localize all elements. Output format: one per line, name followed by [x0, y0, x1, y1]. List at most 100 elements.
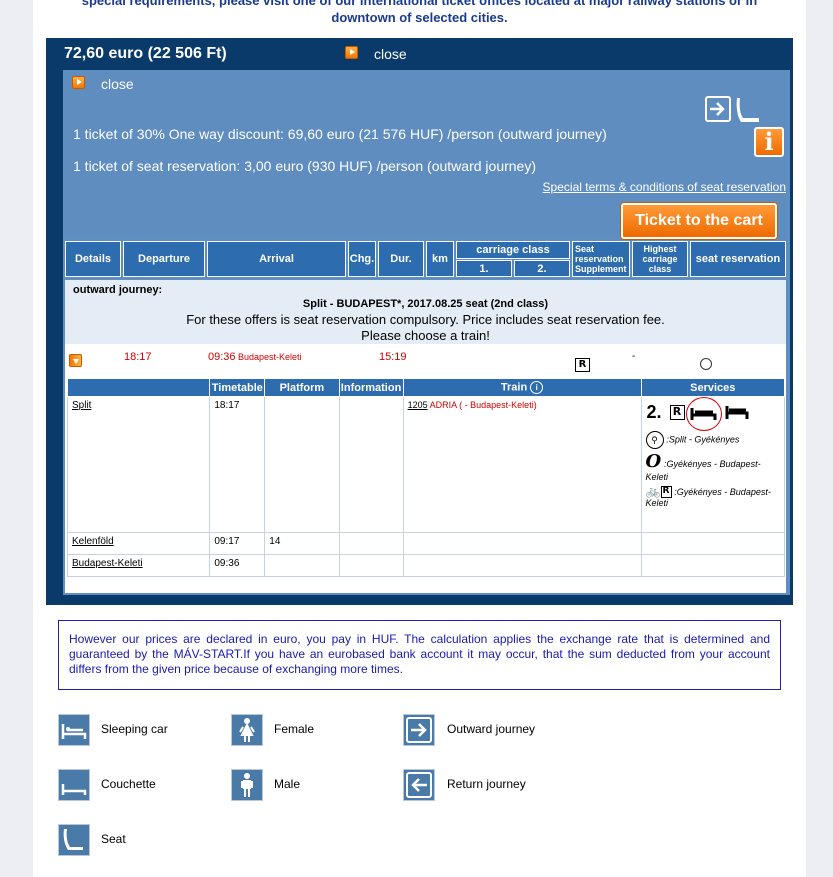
- bike-route: :Split - Gyékényes: [666, 434, 740, 445]
- service-r-icon: R: [669, 405, 685, 420]
- detail-close-arrow-icon[interactable]: [72, 76, 85, 89]
- journey-note-compulsory: For these offers is seat reservation com…: [186, 312, 665, 327]
- currency-note: However our prices are declared in euro,…: [58, 620, 781, 690]
- col-class-1: 1.: [456, 260, 512, 277]
- tt-station[interactable]: Budapest-Keleti: [66, 554, 211, 577]
- legend-female: Female: [274, 722, 315, 736]
- col-class-2: 2.: [514, 260, 570, 277]
- tt-col-train: Train i: [402, 378, 642, 397]
- tt-col-timetable: Timetable: [209, 378, 266, 397]
- tt-services: [640, 554, 786, 577]
- seat-legend-icon: [58, 824, 90, 856]
- terms-link[interactable]: Special terms & conditions of seat reser…: [543, 180, 786, 194]
- train-number-link[interactable]: 1205: [408, 400, 428, 410]
- service-class: 2.: [646, 402, 662, 422]
- journey-info: outward journey: Split - BUDAPEST*, 2017…: [65, 280, 786, 344]
- couchette-icon: [58, 769, 90, 801]
- col-duration: Dur.: [378, 241, 424, 277]
- tt-train: 1205 ADRIA ( - Budapest-Keleti): [402, 396, 642, 533]
- duration: 15:19: [379, 351, 407, 363]
- timetable: Timetable Platform Information Train i S…: [66, 378, 786, 577]
- zero-route: :Gyékényes - Budapest-Keleti: [645, 459, 761, 482]
- no-bike-icon: ⚲: [645, 431, 664, 449]
- offer-panel: 72,60 euro (22 506 Ft) close close i 1 t…: [46, 38, 793, 605]
- col-seat-res-supplement: Seat reservation Supplement: [572, 241, 630, 277]
- tt-platform: 14: [264, 532, 340, 555]
- results-area: outward journey: Split - BUDAPEST*, 2017…: [65, 280, 786, 593]
- col-carriage-class: carriage class: [456, 241, 570, 259]
- departure-time: 18:17: [124, 351, 152, 363]
- station-link[interactable]: Kelenföld: [72, 536, 114, 547]
- close-arrow-icon[interactable]: [345, 46, 358, 59]
- return-journey-icon: [403, 769, 435, 801]
- outward-journey-icon: [705, 96, 731, 122]
- col-details: Details: [65, 241, 121, 277]
- arrival-station: Budapest-Keleti: [238, 352, 302, 362]
- tt-info: [338, 554, 404, 577]
- offer-price: 72,60 euro (22 506 Ft): [64, 45, 227, 62]
- tt-station[interactable]: Split: [66, 396, 211, 533]
- journey-label: outward journey:: [73, 284, 163, 296]
- outward-journey-legend-icon: [403, 714, 435, 746]
- services-bike: ⚲ :Split - Gyékényes: [645, 431, 780, 449]
- top-note: special requirements, please visit one o…: [33, 0, 806, 26]
- top-note-line1: special requirements, please visit one o…: [81, 0, 758, 8]
- tt-col-information: Information: [338, 378, 404, 397]
- legend-outward: Outward journey: [447, 722, 536, 736]
- highest-class-value: -: [632, 351, 636, 362]
- tt-time: 18:17: [209, 396, 266, 533]
- tt-services: 2. R ⚲:Split - Gyékényes O:Gyékényes -…: [640, 396, 786, 533]
- close-link[interactable]: close: [374, 46, 407, 62]
- expand-arrow-icon[interactable]: [69, 354, 82, 367]
- couchette-highlight-icon: [685, 397, 722, 431]
- top-note-line2: downtown of selected cities.: [331, 10, 508, 25]
- col-seat-reservation: seat reservation: [690, 241, 786, 277]
- col-km: km: [426, 241, 454, 277]
- detail-close-link[interactable]: close: [101, 76, 134, 92]
- tt-col-station: [66, 378, 211, 397]
- train-select-radio[interactable]: [700, 358, 712, 370]
- tt-station[interactable]: Kelenföld: [66, 532, 211, 555]
- tt-time: 09:36: [209, 554, 266, 577]
- legend-return: Return journey: [447, 777, 526, 791]
- train-destination: ( - Budapest-Keleti): [459, 400, 537, 410]
- services-bike-r: 🚲 R :Gyékényes - Budapest-Keleti: [646, 484, 780, 509]
- station-link[interactable]: Budapest-Keleti: [72, 558, 143, 569]
- arrival-time: 09:36: [208, 351, 236, 363]
- seat-icon: [735, 96, 763, 124]
- offer-detail: close i 1 ticket of 30% One way discount…: [63, 70, 790, 595]
- table-row: Split 18:17 1205 ADRIA ( - Budapest-Kele…: [66, 396, 786, 533]
- bike-r-icon: R: [660, 486, 672, 499]
- offer-detail-top: close i 1 ticket of 30% One way discount…: [65, 72, 786, 239]
- tt-services: [640, 532, 786, 555]
- tt-info: [338, 532, 404, 555]
- zero-icon: O: [645, 451, 662, 472]
- tt-train: [402, 532, 642, 555]
- male-icon: [231, 769, 263, 801]
- tt-info: [338, 396, 404, 533]
- station-link[interactable]: Split: [72, 400, 91, 411]
- tt-time: 09:17: [209, 532, 266, 555]
- col-highest-class: Highest carriage class: [632, 241, 688, 277]
- legend-male: Male: [274, 777, 301, 791]
- female-icon: [231, 714, 263, 746]
- ticket-to-cart-button[interactable]: Ticket to the cart: [621, 203, 777, 239]
- services-main: 2. R: [646, 397, 780, 431]
- tt-platform: [264, 554, 340, 577]
- train-info-icon[interactable]: i: [530, 381, 544, 394]
- sleeping-car-icon: [58, 714, 90, 746]
- ticket-line-discount: 1 ticket of 30% One way discount: 69,60 …: [73, 126, 607, 142]
- journey-title: Split - BUDAPEST*, 2017.08.25 seat (2nd …: [302, 298, 549, 310]
- train-row[interactable]: 18:17 09:36 Budapest-Keleti 15:19 R -: [65, 346, 786, 376]
- col-departure: Departure: [123, 241, 205, 277]
- tt-platform: [264, 396, 340, 533]
- col-changes: Chg.: [348, 241, 376, 277]
- tt-col-services: Services: [640, 378, 786, 397]
- legend-couchette: Couchette: [101, 777, 156, 791]
- info-icon[interactable]: i: [754, 127, 784, 157]
- legend-sleeping-car: Sleeping car: [101, 722, 168, 736]
- bike-icon: 🚲: [645, 484, 661, 498]
- tt-col-platform: Platform: [264, 378, 340, 397]
- col-arrival: Arrival: [207, 241, 346, 277]
- tt-col-train-label: Train: [500, 381, 528, 394]
